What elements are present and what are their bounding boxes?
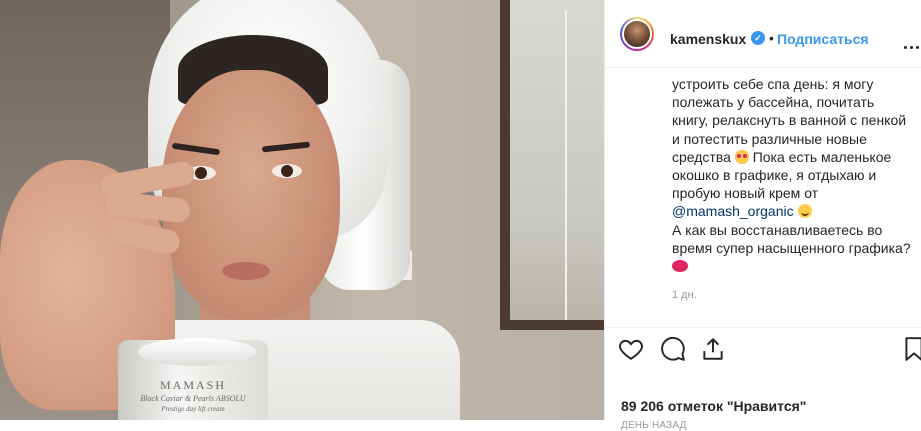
lips xyxy=(222,262,270,280)
follow-button[interactable]: Подписаться xyxy=(777,31,869,47)
jar-brand: MAMASH xyxy=(159,378,226,392)
avatar[interactable] xyxy=(622,19,652,49)
jar-label-line: Prestige day lift cream xyxy=(161,405,225,413)
username-link[interactable]: kamenskux xyxy=(670,31,746,47)
more-options-icon[interactable] xyxy=(904,36,921,49)
right-eye xyxy=(272,164,302,178)
star-eyes-emoji-icon xyxy=(734,149,749,164)
caption-text: А как вы восстанавливаетесь во время суп… xyxy=(672,221,911,256)
separator-dot: • xyxy=(769,30,774,46)
heart-icon[interactable] xyxy=(618,336,644,362)
smile-emoji-icon xyxy=(797,204,812,219)
kiss-lips-emoji-icon xyxy=(672,260,688,273)
verified-badge-icon: ✓ xyxy=(751,31,765,45)
post-caption: устроить себе спа день: я могу полежать … xyxy=(672,75,912,275)
post-image[interactable]: MAMASH Black Caviar & Pearls ABSOLU Pres… xyxy=(0,0,604,420)
action-bar: 89 206 отметок "Нравится" ДЕНЬ НАЗАД xyxy=(605,327,921,431)
jar-label-line: Black Caviar & Pearls ABSOLU xyxy=(140,394,246,403)
story-ring[interactable] xyxy=(620,17,654,51)
post-date[interactable]: ДЕНЬ НАЗАД xyxy=(621,420,687,431)
mirror-reflection xyxy=(565,10,567,320)
cream-jar-lid xyxy=(138,338,256,366)
mention-link[interactable]: @mamash_organic xyxy=(672,203,794,219)
comment-icon[interactable] xyxy=(660,336,686,362)
comment-timestamp[interactable]: 1 дн. xyxy=(672,289,697,301)
share-icon[interactable] xyxy=(700,336,726,362)
likes-count[interactable]: 89 206 отметок "Нравится" xyxy=(621,398,806,414)
post-sidebar: kamenskux ✓ • Подписаться устроить себе … xyxy=(604,0,921,431)
bookmark-icon[interactable] xyxy=(901,336,921,362)
face xyxy=(162,70,340,320)
post-header: kamenskux ✓ • Подписаться xyxy=(605,0,921,68)
background-mirror xyxy=(500,0,604,330)
